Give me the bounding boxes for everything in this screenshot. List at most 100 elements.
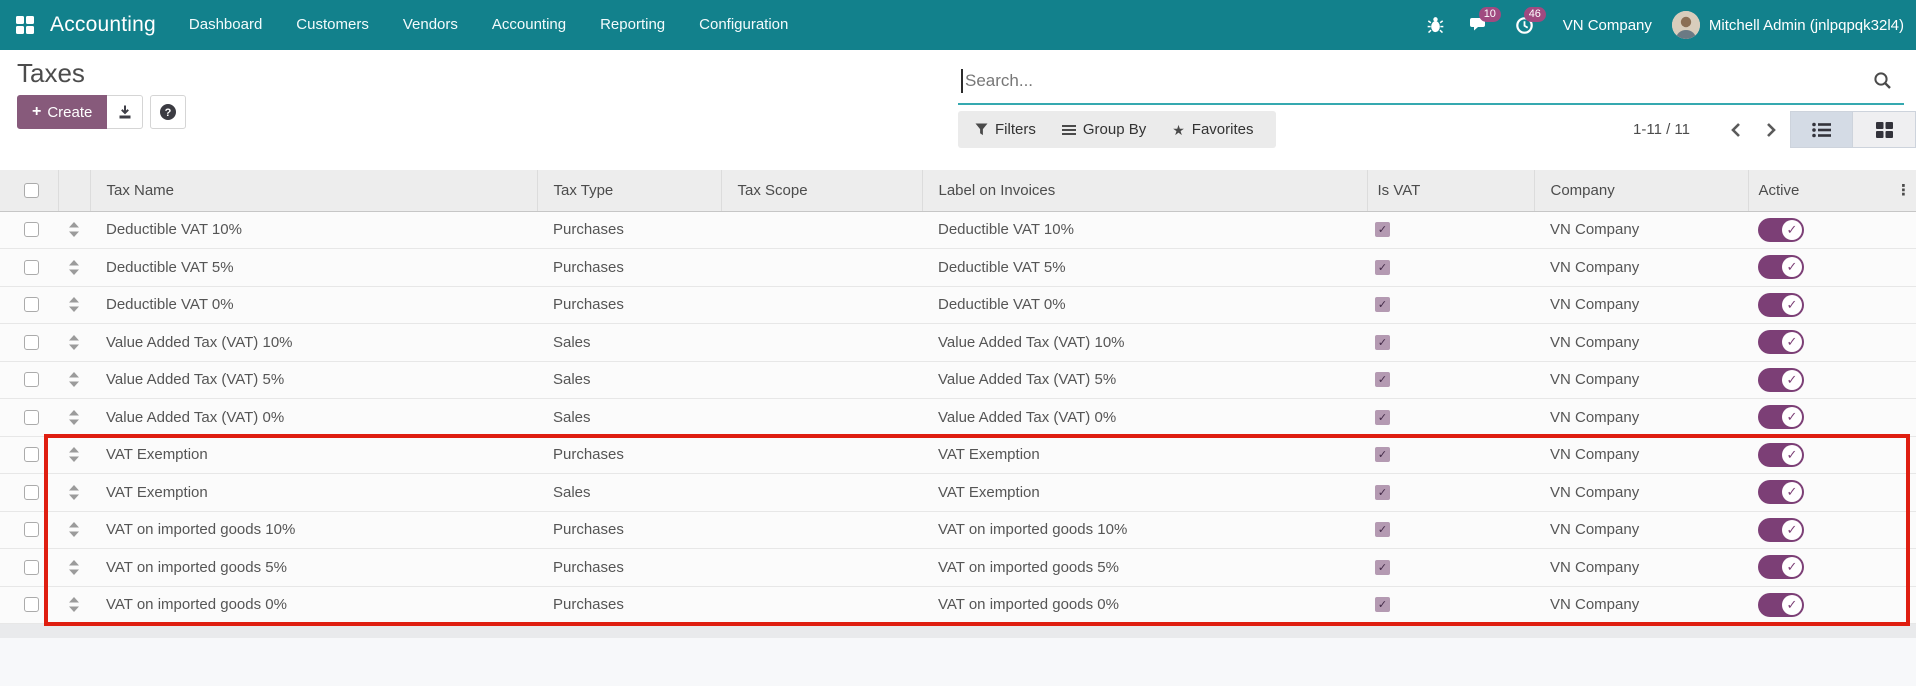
active-toggle[interactable]: ✓ [1758, 480, 1804, 504]
pager-previous-button[interactable] [1718, 111, 1752, 148]
drag-handle[interactable] [58, 559, 90, 576]
drag-handle[interactable] [58, 596, 90, 613]
filters-button[interactable]: Filters [962, 111, 1049, 148]
row-checkbox[interactable] [24, 597, 39, 612]
table-row[interactable]: VAT on imported goods 10%PurchasesVAT on… [0, 511, 1916, 549]
company-switcher[interactable]: VN Company [1563, 17, 1652, 34]
row-checkbox[interactable] [24, 372, 39, 387]
active-toggle[interactable]: ✓ [1758, 443, 1804, 467]
active-toggle[interactable]: ✓ [1758, 593, 1804, 617]
column-header-is-vat[interactable]: Is VAT [1367, 170, 1534, 211]
tax-name-cell[interactable]: Value Added Tax (VAT) 0% [90, 399, 537, 437]
drag-handle[interactable] [58, 259, 90, 276]
apps-menu-button[interactable] [0, 0, 50, 50]
drag-handle[interactable] [58, 334, 90, 351]
row-checkbox[interactable] [24, 335, 39, 350]
is-vat-checkbox: ✓ [1375, 597, 1390, 612]
menu-item-dashboard[interactable]: Dashboard [172, 0, 279, 50]
tax-name-cell[interactable]: VAT on imported goods 10% [90, 511, 537, 549]
activities-button[interactable]: 46 [1502, 0, 1547, 50]
select-all-checkbox[interactable] [24, 183, 39, 198]
group-by-button[interactable]: Group By [1049, 111, 1159, 148]
row-checkbox[interactable] [24, 485, 39, 500]
company-cell: VN Company [1534, 211, 1748, 249]
help-button[interactable]: ? [150, 95, 186, 129]
drag-handle[interactable] [58, 409, 90, 426]
messages-button[interactable]: 10 [1457, 0, 1502, 50]
drag-handle[interactable] [58, 371, 90, 388]
drag-handle-icon [68, 334, 80, 351]
app-brand-title[interactable]: Accounting [50, 13, 156, 37]
toggle-check-icon: ✓ [1782, 332, 1802, 352]
user-avatar[interactable] [1672, 11, 1700, 39]
pager-next-button[interactable] [1754, 111, 1788, 148]
menu-item-reporting[interactable]: Reporting [583, 0, 682, 50]
bug-icon [1427, 16, 1444, 34]
active-toggle[interactable]: ✓ [1758, 555, 1804, 579]
column-header-tax-scope[interactable]: Tax Scope [721, 170, 922, 211]
row-checkbox[interactable] [24, 522, 39, 537]
table-row[interactable]: Deductible VAT 10%PurchasesDeductible VA… [0, 211, 1916, 249]
tax-name-cell[interactable]: VAT on imported goods 0% [90, 586, 537, 624]
menu-item-configuration[interactable]: Configuration [682, 0, 805, 50]
table-row[interactable]: Value Added Tax (VAT) 5%SalesValue Added… [0, 361, 1916, 399]
column-header-active[interactable]: Active ⋮ [1748, 170, 1916, 211]
row-checkbox[interactable] [24, 447, 39, 462]
drag-handle[interactable] [58, 221, 90, 238]
active-toggle[interactable]: ✓ [1758, 330, 1804, 354]
row-checkbox[interactable] [24, 410, 39, 425]
tax-scope-cell [721, 324, 922, 362]
active-toggle[interactable]: ✓ [1758, 218, 1804, 242]
tax-type-cell: Purchases [537, 211, 721, 249]
tax-scope-cell [721, 249, 922, 287]
tax-name-cell[interactable]: Deductible VAT 0% [90, 286, 537, 324]
search-input[interactable] [958, 71, 1904, 91]
list-view-button[interactable] [1790, 111, 1853, 148]
kanban-view-button[interactable] [1853, 111, 1916, 148]
table-row[interactable]: VAT ExemptionSalesVAT Exemption✓VN Compa… [0, 474, 1916, 512]
column-header-tax-name[interactable]: Tax Name [90, 170, 537, 211]
table-row[interactable]: VAT on imported goods 0%PurchasesVAT on … [0, 586, 1916, 624]
row-checkbox[interactable] [24, 297, 39, 312]
column-header-label-on-invoices[interactable]: Label on Invoices [922, 170, 1367, 211]
tax-name-cell[interactable]: VAT on imported goods 5% [90, 549, 537, 587]
column-options-icon[interactable]: ⋮ [1896, 170, 1911, 211]
table-row[interactable]: Deductible VAT 0%PurchasesDeductible VAT… [0, 286, 1916, 324]
drag-handle[interactable] [58, 484, 90, 501]
debug-button[interactable] [1414, 0, 1457, 50]
table-row[interactable]: VAT ExemptionPurchasesVAT Exemption✓VN C… [0, 436, 1916, 474]
create-button[interactable]: + Create [17, 95, 107, 129]
active-toggle[interactable]: ✓ [1758, 255, 1804, 279]
active-toggle[interactable]: ✓ [1758, 405, 1804, 429]
menu-item-vendors[interactable]: Vendors [386, 0, 475, 50]
menu-item-customers[interactable]: Customers [279, 0, 386, 50]
tax-name-cell[interactable]: Deductible VAT 10% [90, 211, 537, 249]
export-button[interactable] [107, 95, 143, 129]
favorites-button[interactable]: ★ Favorites [1159, 111, 1266, 148]
active-toggle[interactable]: ✓ [1758, 518, 1804, 542]
tax-name-cell[interactable]: VAT Exemption [90, 436, 537, 474]
tax-name-cell[interactable]: Value Added Tax (VAT) 10% [90, 324, 537, 362]
tax-scope-cell [721, 586, 922, 624]
drag-handle[interactable] [58, 296, 90, 313]
column-header-company[interactable]: Company [1534, 170, 1748, 211]
row-checkbox[interactable] [24, 560, 39, 575]
table-row[interactable]: Value Added Tax (VAT) 10%SalesValue Adde… [0, 324, 1916, 362]
tax-name-cell[interactable]: VAT Exemption [90, 474, 537, 512]
user-menu[interactable]: Mitchell Admin (jnlpqpqk32l4) [1709, 17, 1904, 34]
tax-name-cell[interactable]: Value Added Tax (VAT) 5% [90, 361, 537, 399]
table-row[interactable]: Deductible VAT 5%PurchasesDeductible VAT… [0, 249, 1916, 287]
drag-handle[interactable] [58, 446, 90, 463]
table-row[interactable]: VAT on imported goods 5%PurchasesVAT on … [0, 549, 1916, 587]
active-toggle[interactable]: ✓ [1758, 293, 1804, 317]
chevron-right-icon [1766, 122, 1777, 138]
table-row[interactable]: Value Added Tax (VAT) 0%SalesValue Added… [0, 399, 1916, 437]
row-checkbox[interactable] [24, 222, 39, 237]
search-icon[interactable] [1873, 71, 1892, 90]
active-toggle[interactable]: ✓ [1758, 368, 1804, 392]
row-checkbox[interactable] [24, 260, 39, 275]
tax-name-cell[interactable]: Deductible VAT 5% [90, 249, 537, 287]
column-header-tax-type[interactable]: Tax Type [537, 170, 721, 211]
drag-handle[interactable] [58, 521, 90, 538]
menu-item-accounting[interactable]: Accounting [475, 0, 583, 50]
